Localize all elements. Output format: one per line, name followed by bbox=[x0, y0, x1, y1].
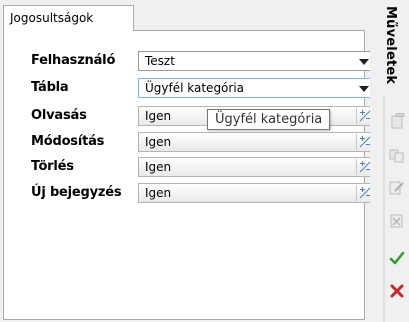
edit-icon[interactable] bbox=[389, 179, 405, 195]
new-record-icon[interactable] bbox=[389, 113, 405, 129]
delete-row: Törlés Igen bbox=[4, 157, 376, 177]
tab-label: Jogosultságok bbox=[10, 11, 94, 25]
table-combobox[interactable]: Ügyfél kategória bbox=[138, 78, 376, 98]
modify-label: Módosítás bbox=[31, 134, 105, 149]
user-combobox[interactable]: Teszt bbox=[138, 51, 376, 71]
table-row: Tábla Ügyfél kategória bbox=[4, 78, 376, 98]
delete-field[interactable]: Igen bbox=[138, 157, 376, 177]
new-entry-label: Új bejegyzés bbox=[31, 185, 122, 200]
delete-value: Igen bbox=[145, 160, 172, 174]
read-value: Igen bbox=[145, 109, 172, 123]
copy-icon[interactable] bbox=[389, 147, 405, 163]
user-value: Teszt bbox=[145, 54, 175, 68]
table-tooltip: Ügyfél kategória bbox=[207, 109, 331, 130]
sidebar-divider bbox=[383, 96, 385, 322]
delete-icon[interactable] bbox=[389, 212, 405, 228]
chevron-down-icon bbox=[359, 86, 369, 92]
modify-row: Módosítás Igen bbox=[4, 132, 376, 152]
chevron-down-icon bbox=[359, 59, 369, 65]
tab-permissions[interactable]: Jogosultságok bbox=[3, 5, 134, 31]
permissions-panel: Felhasználó Teszt Tábla Ügyfél kategória… bbox=[3, 30, 376, 320]
table-value: Ügyfél kategória bbox=[145, 81, 245, 95]
table-label: Tábla bbox=[31, 80, 69, 95]
user-label: Felhasználó bbox=[31, 53, 116, 68]
cancel-icon[interactable] bbox=[389, 283, 405, 299]
new-entry-row: Új bejegyzés Igen bbox=[4, 183, 376, 203]
modify-value: Igen bbox=[145, 135, 172, 149]
read-label: Olvasás bbox=[31, 108, 87, 123]
confirm-icon[interactable] bbox=[389, 250, 405, 266]
new-entry-field[interactable]: Igen bbox=[138, 183, 376, 203]
delete-label: Törlés bbox=[31, 159, 74, 174]
modify-field[interactable]: Igen bbox=[138, 132, 376, 152]
sidebar-title: Műveletek bbox=[383, 6, 398, 85]
user-row: Felhasználó Teszt bbox=[4, 51, 376, 71]
new-entry-value: Igen bbox=[145, 186, 172, 200]
